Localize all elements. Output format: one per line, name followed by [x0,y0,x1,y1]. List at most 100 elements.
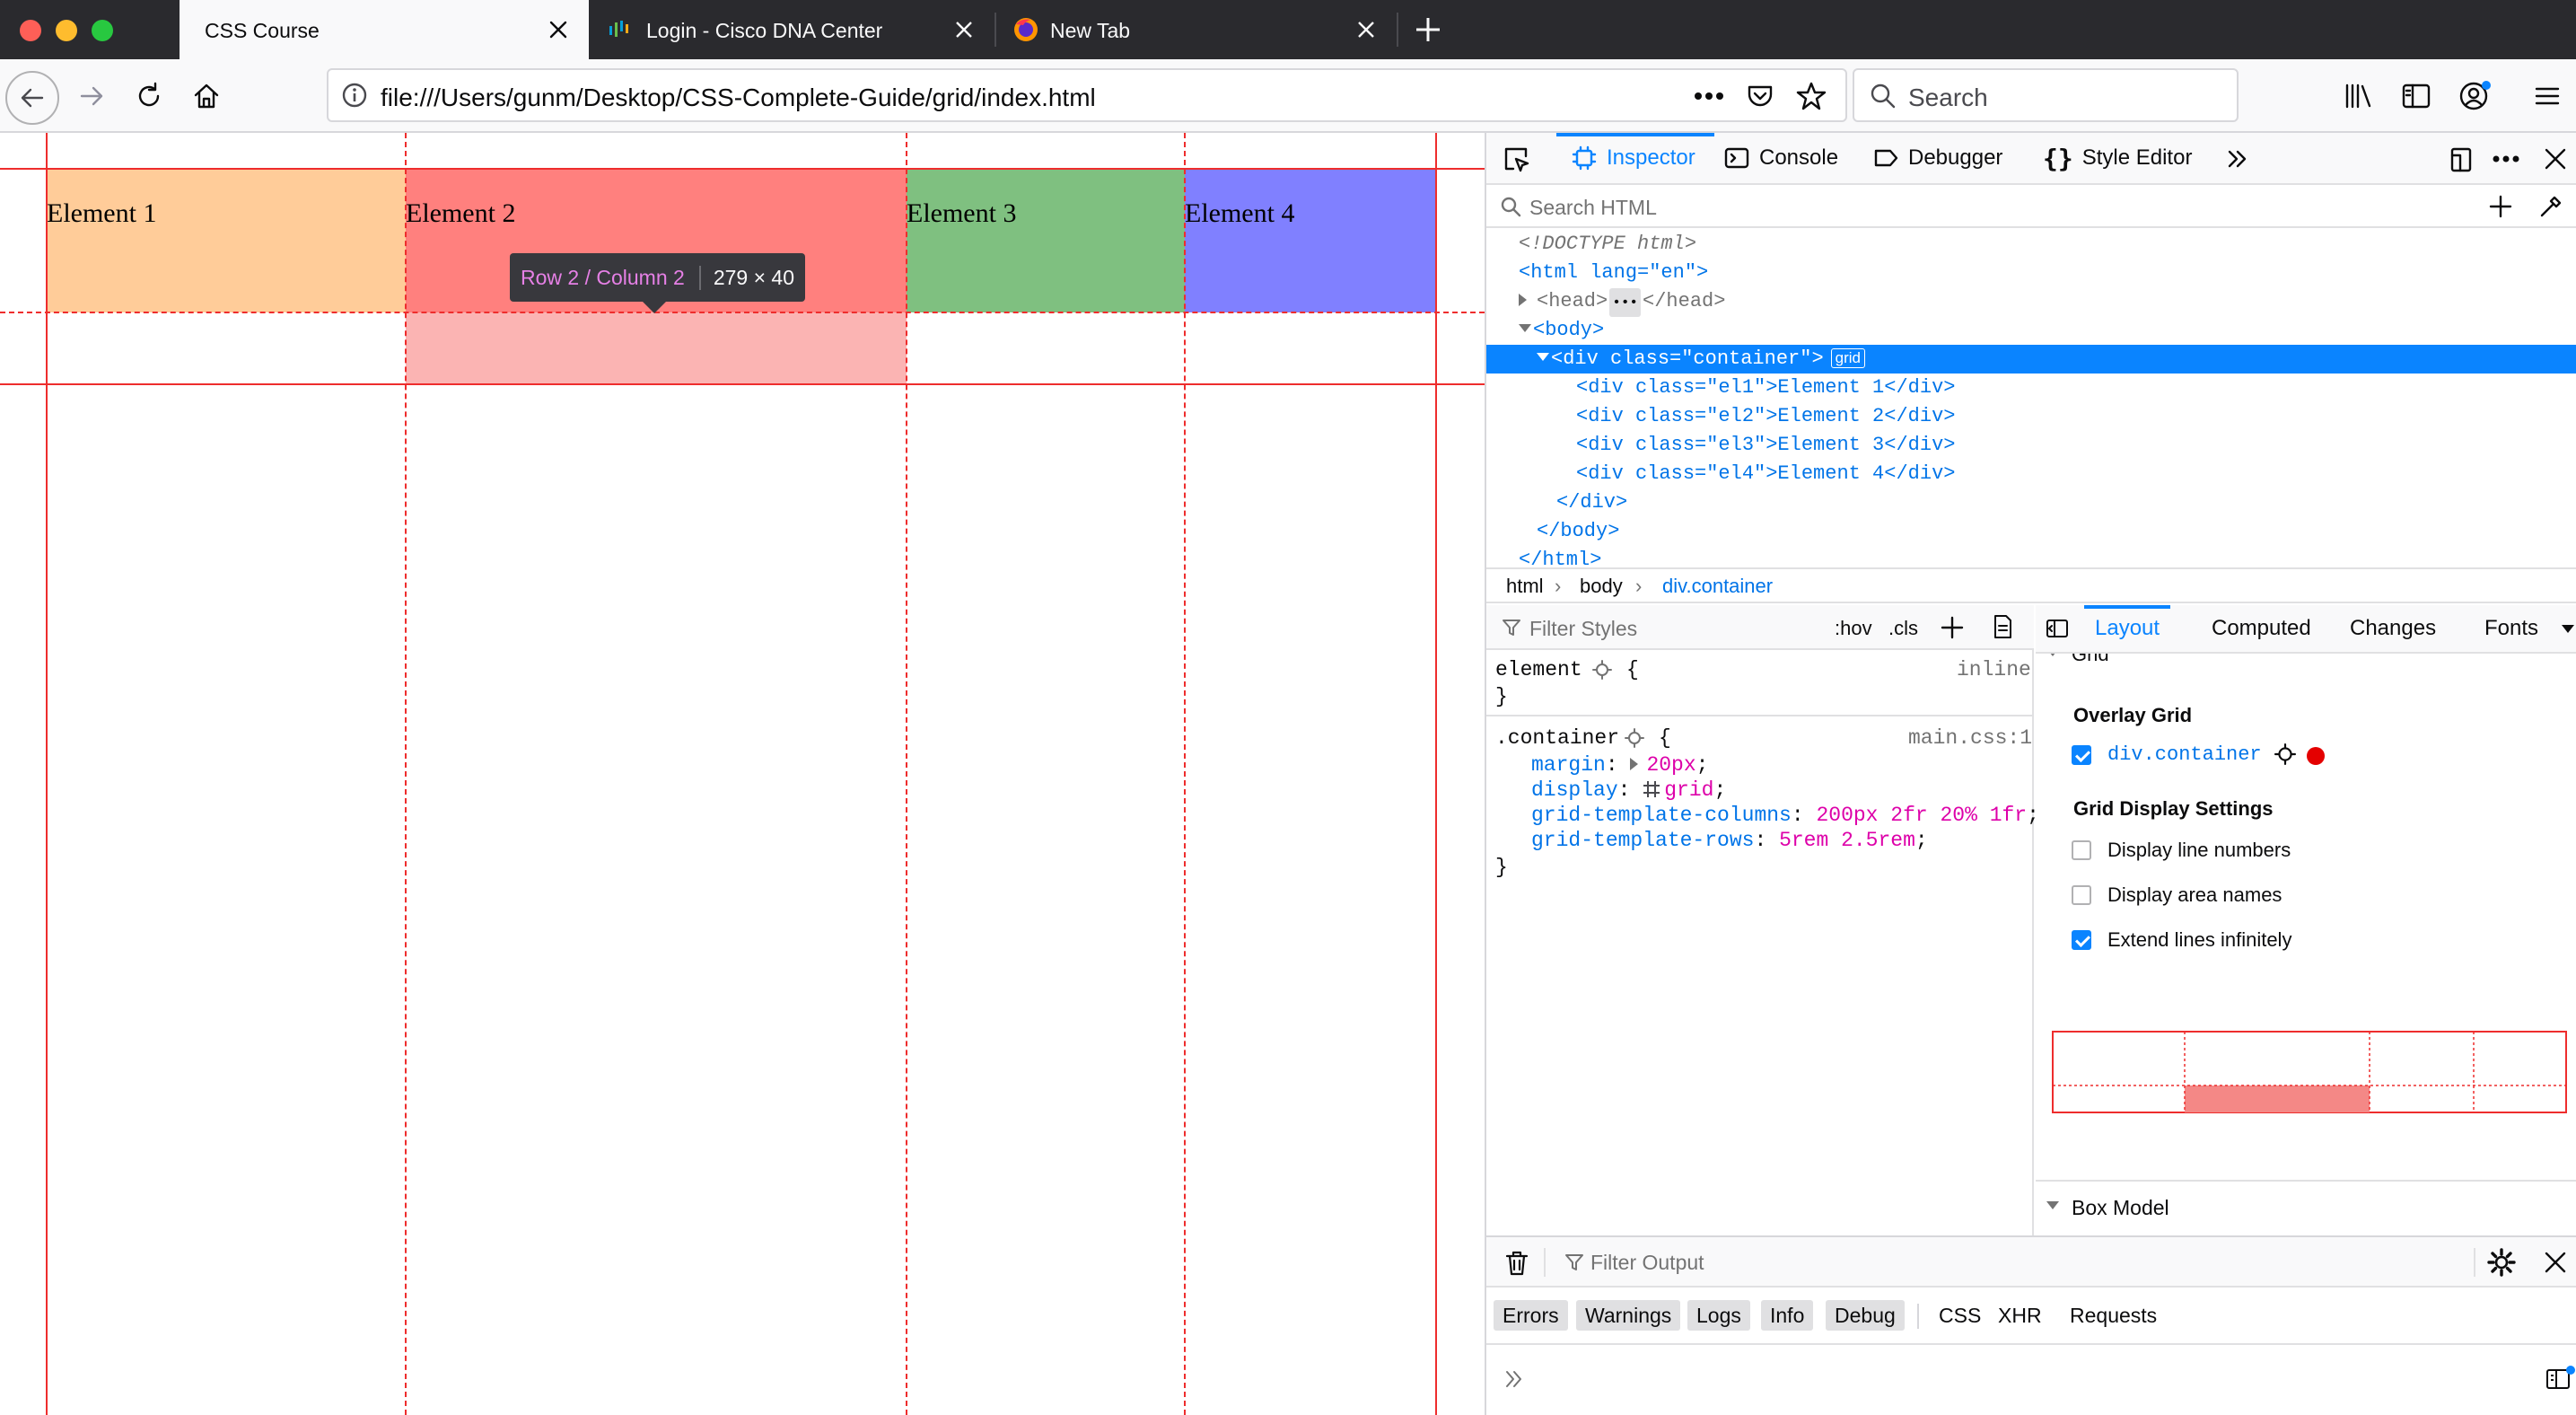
forward-button[interactable] [65,69,118,123]
display-area-names-label[interactable]: Display area names [2107,883,2282,907]
box-model-section-header[interactable]: Box Model [2036,1180,2576,1235]
grid-outline-preview[interactable] [2052,1031,2567,1115]
filter-info-button[interactable]: Info [1761,1300,1814,1331]
tab-cisco-login[interactable]: Login - Cisco DNA Center [589,0,994,59]
bookmark-star-icon[interactable] [1795,80,1827,112]
element-rule-source[interactable]: inline [1957,657,2031,682]
tab-css-course[interactable]: CSS Course [180,0,589,59]
declaration-display[interactable]: display: grid; [1531,778,1726,803]
overlay-color-swatch[interactable] [2307,747,2325,765]
new-tab-plus-icon[interactable] [1413,14,1443,45]
tab-close-icon[interactable] [953,19,975,40]
console-settings-gear-icon[interactable] [2486,1247,2517,1278]
close-window-button[interactable] [20,20,41,41]
search-html-bar[interactable]: Search HTML [1486,185,2576,228]
filter-errors-button[interactable]: Errors [1494,1300,1568,1331]
url-bar[interactable]: file:///Users/gunm/Desktop/CSS-Complete-… [327,68,1847,122]
markup-closing-div[interactable]: </div> [1486,488,2576,517]
node-target-icon[interactable] [1625,728,1644,748]
hov-toggle-button[interactable]: :hov [1835,617,1872,640]
clear-console-trash-icon[interactable] [1504,1250,1529,1277]
page-actions-icon[interactable] [1693,91,1725,101]
declaration-grid-template-rows[interactable]: grid-template-rows: 5rem 2.5rem; [1531,828,1928,853]
markup-container-node[interactable]: <div class="container"> grid [1486,345,2576,374]
add-rule-icon[interactable] [1941,616,1964,639]
tab-new-tab[interactable]: New Tab [996,0,1397,59]
dock-options-icon[interactable] [2447,145,2475,173]
declaration-grid-template-columns[interactable]: grid-template-columns: 200px 2fr 20% 1fr… [1531,803,2039,828]
markup-closing-body[interactable]: </body> [1486,517,2576,546]
url-text[interactable]: file:///Users/gunm/Desktop/CSS-Complete-… [381,83,1096,112]
grid-item-element-4[interactable]: Element 4 [1185,169,1436,312]
node-target-icon[interactable] [2274,743,2296,765]
search-bar[interactable]: Search [1853,68,2239,122]
minimize-window-button[interactable] [56,20,77,41]
filter-output-input[interactable]: Filter Output [1590,1251,1704,1275]
grid-item-element-3[interactable]: Element 3 [907,169,1185,312]
breadcrumb-div-container[interactable]: div.container [1662,575,1773,598]
filter-css-button[interactable]: CSS [1930,1300,1990,1331]
close-split-console-icon[interactable] [2544,1251,2567,1274]
overlay-grid-item[interactable]: div.container [2107,743,2262,766]
hamburger-menu-icon[interactable] [2533,82,2562,110]
more-tabs-chevron-icon[interactable] [2562,625,2574,639]
grid-item-element-1[interactable]: Element 1 [47,169,406,312]
editor-mode-toggle-icon[interactable] [2545,1365,2576,1393]
expand-twisty-icon[interactable] [1519,294,1533,306]
markup-body-node[interactable]: <body> [1486,316,2576,345]
pocket-icon[interactable] [1745,81,1775,111]
tab-layout[interactable]: Layout [2084,605,2171,652]
grid-toggle-icon[interactable] [1643,780,1660,798]
element-picker-icon[interactable] [1501,144,1531,174]
filter-xhr-button[interactable]: XHR [1989,1300,2051,1331]
devtools-menu-icon[interactable] [2492,154,2520,163]
tab-changes[interactable]: Changes [2350,605,2436,652]
home-button[interactable] [180,69,233,123]
markup-child-node[interactable]: <div class="el4">Element 4</div> [1486,460,2576,488]
library-icon[interactable] [2343,80,2375,112]
info-icon[interactable] [341,82,368,109]
declaration-margin[interactable]: margin: 20px; [1531,752,1708,778]
tab-debugger[interactable]: Debugger [1872,133,2002,183]
display-line-numbers-label[interactable]: Display line numbers [2107,839,2291,862]
eyedropper-icon[interactable] [2538,194,2563,219]
toggle-sidebar-icon[interactable] [2045,616,2070,641]
print-media-icon[interactable] [1991,614,2014,639]
cls-toggle-button[interactable]: .cls [1888,617,1918,640]
grid-section-header[interactable]: Grid [2036,654,2576,666]
markup-child-node[interactable]: <div class="el3">Element 3</div> [1486,431,2576,460]
filter-logs-button[interactable]: Logs [1687,1300,1750,1331]
overlay-grid-checkbox[interactable] [2072,745,2091,765]
node-target-icon[interactable] [1592,660,1612,680]
display-line-numbers-checkbox[interactable] [2072,840,2091,860]
collapsed-ellipsis-icon[interactable]: ••• [1609,288,1642,317]
filter-debug-button[interactable]: Debug [1826,1300,1905,1331]
tab-close-icon[interactable] [1355,19,1377,40]
tab-fonts[interactable]: Fonts [2484,605,2538,652]
breadcrumb-body[interactable]: body [1580,575,1623,598]
console-input[interactable] [1522,1358,2528,1401]
markup-head-node[interactable]: <head> ••• </head> [1486,287,2576,317]
close-devtools-icon[interactable] [2544,147,2567,171]
tab-close-icon[interactable] [548,19,569,40]
tab-computed[interactable]: Computed [2212,605,2311,652]
tab-console[interactable]: Console [1723,133,1838,183]
tab-inspector[interactable]: Inspector [1556,133,1714,183]
markup-doctype[interactable]: <!DOCTYPE html> [1486,230,2576,259]
filter-requests-button[interactable]: Requests [2061,1300,2166,1331]
container-rule-source[interactable]: main.css:1 [1908,725,2032,751]
collapse-twisty-icon[interactable] [1537,353,1549,367]
extend-lines-infinitely-checkbox[interactable] [2072,930,2091,950]
filter-styles-input[interactable]: Filter Styles [1529,617,1637,641]
display-area-names-checkbox[interactable] [2072,885,2091,905]
reload-button[interactable] [122,69,176,123]
filter-warnings-button[interactable]: Warnings [1576,1300,1681,1331]
sidebar-toggle-icon[interactable] [2400,80,2432,112]
breadcrumb-html[interactable]: html [1506,575,1544,598]
grid-badge[interactable]: grid [1830,348,1866,368]
account-icon[interactable] [2458,78,2493,114]
more-tools-chevron-icon[interactable] [2224,145,2251,172]
markup-html-node[interactable]: <html lang="en"> [1486,259,2576,287]
extend-lines-infinitely-label[interactable]: Extend lines infinitely [2107,928,2291,952]
markup-child-node[interactable]: <div class="el1">Element 1</div> [1486,374,2576,402]
